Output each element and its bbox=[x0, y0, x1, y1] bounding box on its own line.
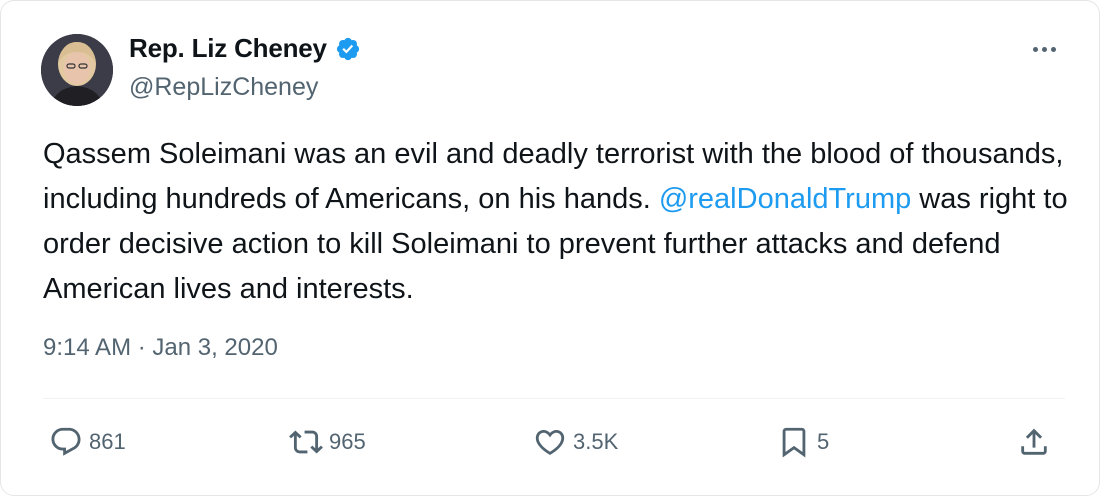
divider bbox=[43, 398, 1065, 399]
reply-button[interactable]: 861 bbox=[49, 421, 126, 463]
bookmark-button[interactable]: 5 bbox=[777, 421, 829, 463]
like-count: 3.5K bbox=[573, 429, 619, 454]
retweet-icon bbox=[289, 430, 323, 454]
heart-icon bbox=[535, 429, 565, 455]
author-name-row[interactable]: Rep. Liz Cheney bbox=[129, 33, 361, 64]
retweet-button[interactable]: 965 bbox=[289, 421, 366, 463]
tweet-text: Qassem Soleimani was an evil and deadly … bbox=[43, 132, 1073, 312]
retweet-count: 965 bbox=[329, 429, 366, 454]
share-button[interactable] bbox=[1017, 421, 1051, 463]
profile-avatar-image bbox=[41, 34, 113, 106]
reply-icon bbox=[51, 427, 81, 456]
avatar[interactable] bbox=[41, 34, 113, 106]
author-handle[interactable]: @RepLizCheney bbox=[129, 73, 318, 102]
tweet-card: Rep. Liz Cheney @RepLizCheney Qassem Sol… bbox=[0, 0, 1100, 496]
tweet-timestamp[interactable]: 9:14 AM · Jan 3, 2020 bbox=[43, 334, 278, 362]
mention-link[interactable]: @realDonaldTrump bbox=[659, 183, 911, 215]
bookmark-count: 5 bbox=[817, 429, 830, 454]
verified-badge-icon bbox=[336, 37, 359, 60]
author-name[interactable]: Rep. Liz Cheney bbox=[129, 33, 327, 64]
bookmark-icon bbox=[782, 427, 806, 458]
more-options-icon[interactable] bbox=[1031, 39, 1065, 59]
action-bar: 861 965 3.5K 5 bbox=[49, 421, 1059, 463]
like-button[interactable]: 3.5K bbox=[533, 421, 618, 463]
share-icon bbox=[1021, 428, 1047, 455]
reply-count: 861 bbox=[89, 429, 126, 454]
